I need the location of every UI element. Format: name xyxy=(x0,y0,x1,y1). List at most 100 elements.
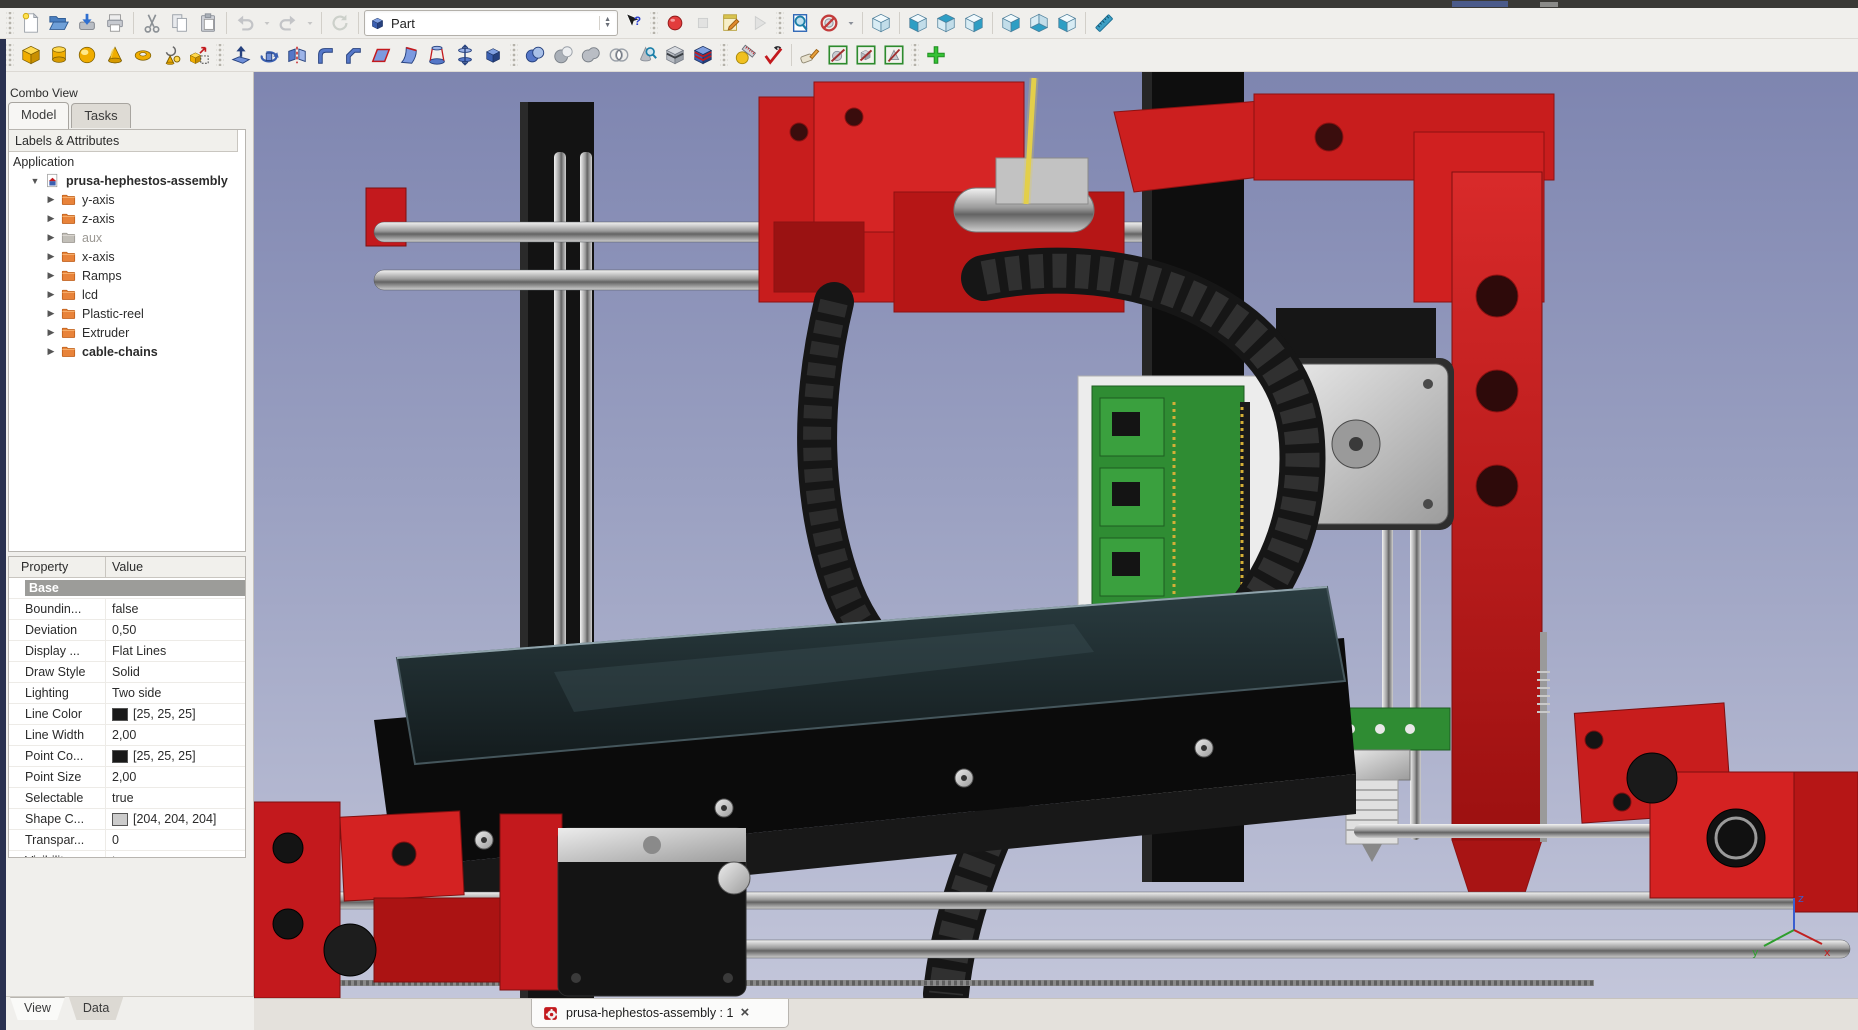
property-row-shape-c-[interactable]: Shape C...[204, 204, 204] xyxy=(9,809,245,830)
offset-button[interactable] xyxy=(480,42,506,68)
mirror-button[interactable] xyxy=(284,42,310,68)
expander-icon[interactable]: ▶ xyxy=(45,194,57,205)
expander-icon[interactable]: ▶ xyxy=(45,346,57,357)
document-tab[interactable]: prusa-hephestos-assembly : 1 × xyxy=(531,999,789,1028)
property-row-point-size[interactable]: Point Size2,00 xyxy=(9,767,245,788)
redo-button[interactable] xyxy=(275,10,301,36)
toolbar-handle[interactable] xyxy=(776,12,784,34)
workbench-selector[interactable]: Part▲▼ xyxy=(364,10,618,36)
property-row-lighting[interactable]: LightingTwo side xyxy=(9,683,245,704)
macro-edit-button[interactable] xyxy=(718,10,744,36)
draw-style-menu-button[interactable] xyxy=(844,10,857,36)
tree-item-z-axis[interactable]: ▶z-axis xyxy=(9,209,245,228)
section-button[interactable] xyxy=(662,42,688,68)
document-tab-close-button[interactable]: × xyxy=(740,1006,749,1020)
property-row-boundin-[interactable]: Boundin...false xyxy=(9,599,245,620)
expander-icon[interactable]: ▶ xyxy=(45,270,57,281)
part-box-button[interactable] xyxy=(18,42,44,68)
measure-linear-button[interactable] xyxy=(732,42,758,68)
fit-all-button[interactable] xyxy=(788,10,814,36)
measure-toggle-3d-button[interactable] xyxy=(853,42,879,68)
make-face-button[interactable] xyxy=(368,42,394,68)
tab-tasks[interactable]: Tasks xyxy=(71,103,130,128)
view-top-button[interactable] xyxy=(933,10,959,36)
property-row-selectable[interactable]: Selectabletrue xyxy=(9,788,245,809)
tab-data[interactable]: Data xyxy=(69,997,123,1020)
part-cylinder-button[interactable] xyxy=(46,42,72,68)
tree-header[interactable]: Labels & Attributes xyxy=(9,130,238,152)
expander-icon[interactable]: ▶ xyxy=(45,289,57,300)
shape-builder-button[interactable] xyxy=(186,42,212,68)
cut-button[interactable] xyxy=(139,10,165,36)
part-cone-button[interactable] xyxy=(102,42,128,68)
create-primitives-button[interactable] xyxy=(158,42,184,68)
toolbar-handle[interactable] xyxy=(510,44,518,66)
ruled-surface-button[interactable] xyxy=(396,42,422,68)
toolbar-handle[interactable] xyxy=(6,44,14,66)
expander-icon[interactable]: ▶ xyxy=(45,232,57,243)
extrude-button[interactable] xyxy=(228,42,254,68)
tree-item-application[interactable]: Application xyxy=(9,152,245,171)
measure-clear-all-button[interactable] xyxy=(797,42,823,68)
macro-stop-button[interactable] xyxy=(690,10,716,36)
undo-button[interactable] xyxy=(232,10,258,36)
sweep-button[interactable] xyxy=(452,42,478,68)
view-front-button[interactable] xyxy=(905,10,931,36)
measure-toggle-all-button[interactable] xyxy=(825,42,851,68)
boolean-cut-button[interactable] xyxy=(550,42,576,68)
property-row-display-[interactable]: Display ...Flat Lines xyxy=(9,641,245,662)
measure-angular-button[interactable] xyxy=(760,42,786,68)
boolean-union-button[interactable] xyxy=(578,42,604,68)
property-row-deviation[interactable]: Deviation0,50 xyxy=(9,620,245,641)
view-bottom-button[interactable] xyxy=(1026,10,1052,36)
redo-history-button[interactable] xyxy=(303,10,316,36)
property-row-line-color[interactable]: Line Color[25, 25, 25] xyxy=(9,704,245,725)
save-document-button[interactable] xyxy=(74,10,100,36)
tree-item-extruder[interactable]: ▶Extruder xyxy=(9,323,245,342)
fillet-button[interactable] xyxy=(312,42,338,68)
tree-item-prusa-hephestos-assembly[interactable]: ▼prusa-hephestos-assembly xyxy=(9,171,245,190)
workbench-selector-spinner[interactable]: ▲▼ xyxy=(599,16,615,30)
3d-viewport[interactable]: z y x xyxy=(254,72,1858,998)
new-document-button[interactable] xyxy=(18,10,44,36)
check-geometry-button[interactable] xyxy=(634,42,660,68)
property-row-point-co-[interactable]: Point Co...[25, 25, 25] xyxy=(9,746,245,767)
view-right-button[interactable] xyxy=(961,10,987,36)
expander-icon[interactable]: ▶ xyxy=(45,251,57,262)
part-torus-button[interactable] xyxy=(130,42,156,68)
measure-toggle-delta-button[interactable] xyxy=(881,42,907,68)
tree-item-lcd[interactable]: ▶lcd xyxy=(9,285,245,304)
toolbar-handle[interactable] xyxy=(6,12,14,34)
revolve-button[interactable] xyxy=(256,42,282,68)
open-document-button[interactable] xyxy=(46,10,72,36)
boolean-common-button[interactable] xyxy=(606,42,632,68)
cross-sections-button[interactable] xyxy=(690,42,716,68)
expander-icon[interactable]: ▶ xyxy=(45,213,57,224)
expander-icon[interactable]: ▼ xyxy=(29,176,41,186)
whats-this-button[interactable]: ? xyxy=(620,10,646,36)
draw-style-button[interactable] xyxy=(816,10,842,36)
tree-item-ramps[interactable]: ▶Ramps xyxy=(9,266,245,285)
measure-distance-button[interactable] xyxy=(1091,10,1117,36)
tree-item-cable-chains[interactable]: ▶cable-chains xyxy=(9,342,245,361)
property-row-draw-style[interactable]: Draw StyleSolid xyxy=(9,662,245,683)
property-column-header[interactable]: Property xyxy=(9,557,106,577)
view-axonometric-button[interactable] xyxy=(868,10,894,36)
toolbar-handle[interactable] xyxy=(650,12,658,34)
property-group-base[interactable]: Base xyxy=(9,578,245,599)
boolean-button[interactable] xyxy=(522,42,548,68)
macro-record-button[interactable] xyxy=(662,10,688,36)
property-row-transpar-[interactable]: Transpar...0 xyxy=(9,830,245,851)
toolbar-handle[interactable] xyxy=(720,44,728,66)
refresh-button[interactable] xyxy=(327,10,353,36)
print-button[interactable] xyxy=(102,10,128,36)
tree-item-plastic-reel[interactable]: ▶Plastic-reel xyxy=(9,304,245,323)
expander-icon[interactable]: ▶ xyxy=(45,308,57,319)
tree-item-x-axis[interactable]: ▶x-axis xyxy=(9,247,245,266)
paste-button[interactable] xyxy=(195,10,221,36)
copy-button[interactable] xyxy=(167,10,193,36)
part-sphere-button[interactable] xyxy=(74,42,100,68)
tab-model[interactable]: Model xyxy=(8,102,69,129)
tree-item-aux[interactable]: ▶aux xyxy=(9,228,245,247)
expander-icon[interactable]: ▶ xyxy=(45,327,57,338)
